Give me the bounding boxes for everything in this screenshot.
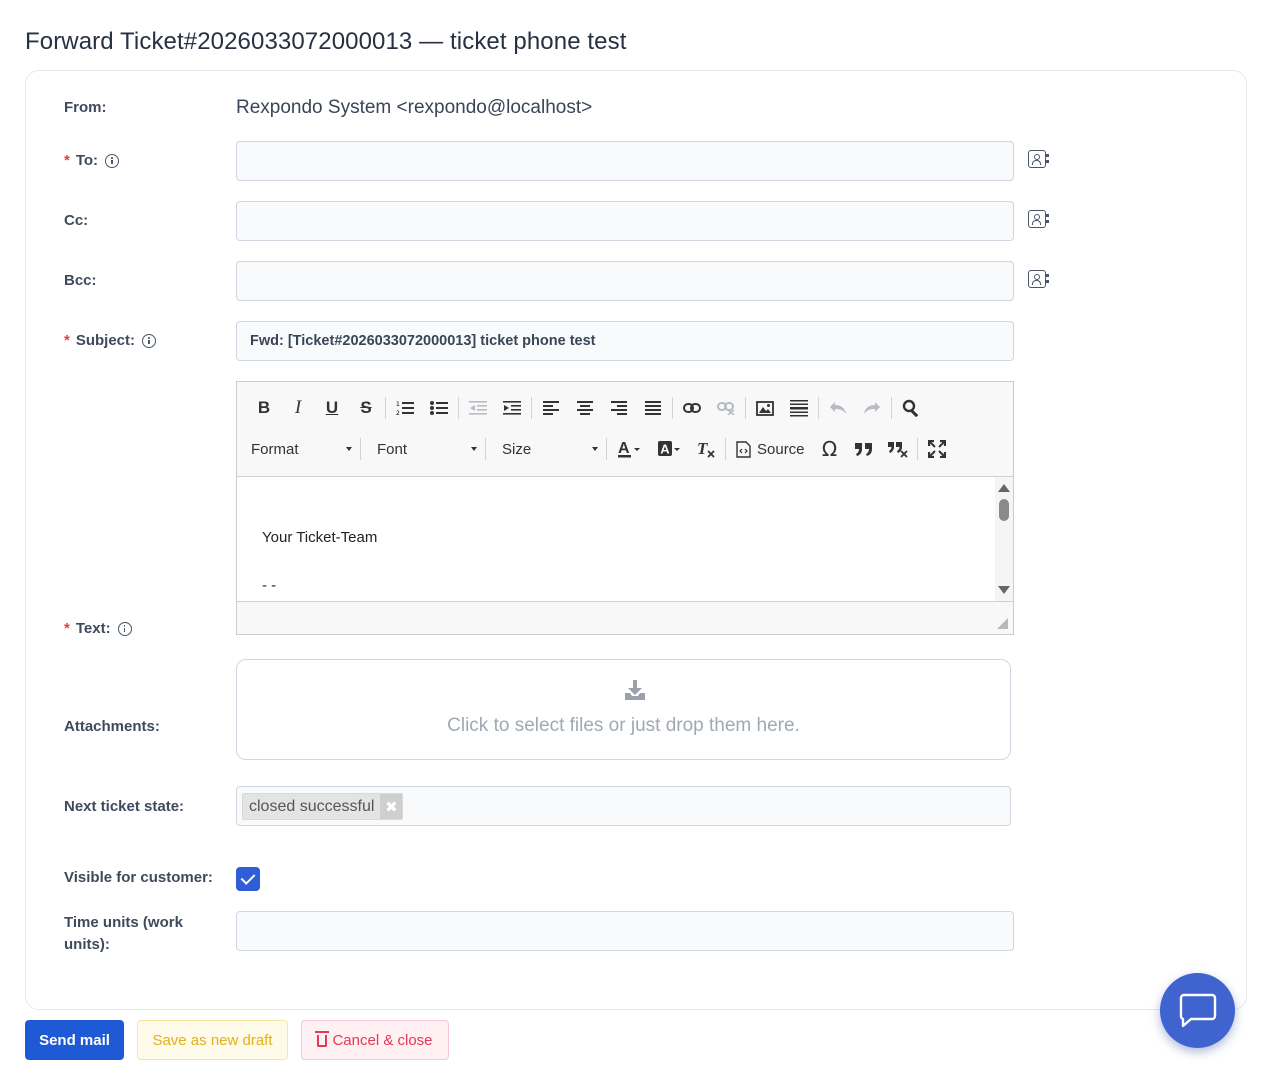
align-center-icon[interactable] xyxy=(568,393,602,423)
next-state-label: Next ticket state: xyxy=(64,798,185,815)
horizontal-line-icon[interactable] xyxy=(782,393,816,423)
italic-icon[interactable]: I xyxy=(281,393,315,423)
background-color-icon[interactable]: A xyxy=(649,434,689,464)
attachments-label: Attachments: xyxy=(64,718,160,735)
from-value: Rexpondo System <rexpondo@localhost> xyxy=(236,97,593,118)
chevron-down-icon xyxy=(592,447,598,451)
cc-label: Cc: xyxy=(64,212,89,229)
time-units-input[interactable] xyxy=(236,911,1014,951)
svg-text:1: 1 xyxy=(396,401,400,408)
link-icon[interactable] xyxy=(675,393,709,423)
chat-button[interactable] xyxy=(1160,973,1235,1048)
outdent-icon[interactable] xyxy=(461,393,495,423)
scroll-down-icon[interactable] xyxy=(998,586,1010,594)
align-justify-icon[interactable] xyxy=(636,393,670,423)
to-input[interactable] xyxy=(236,141,1014,181)
info-icon[interactable] xyxy=(117,621,132,636)
info-icon[interactable] xyxy=(142,333,157,348)
trash-icon xyxy=(315,1031,330,1047)
align-right-icon[interactable] xyxy=(602,393,636,423)
subject-input[interactable] xyxy=(236,321,1014,361)
source-button[interactable]: Source xyxy=(728,434,813,464)
resize-handle-icon[interactable] xyxy=(997,618,1008,629)
address-book-icon[interactable] xyxy=(1028,210,1049,228)
undo-icon[interactable] xyxy=(821,393,855,423)
subject-label: * Subject: xyxy=(64,332,157,349)
bulleted-list-icon[interactable] xyxy=(422,393,456,423)
chat-icon xyxy=(1179,993,1216,1027)
redo-icon[interactable] xyxy=(855,393,889,423)
editor-line: Your Ticket-Team xyxy=(262,529,378,546)
rich-text-editor[interactable]: B I U S 12 Format Font Size A A T Source… xyxy=(236,381,1014,635)
save-draft-button[interactable]: Save as new draft xyxy=(137,1020,288,1060)
bcc-input[interactable] xyxy=(236,261,1014,301)
find-icon[interactable] xyxy=(894,393,928,423)
visible-for-customer-label: Visible for customer: xyxy=(64,869,213,886)
text-label: * Text: xyxy=(64,620,132,637)
info-icon[interactable] xyxy=(105,153,120,168)
svg-text:A: A xyxy=(618,440,630,457)
editor-scrollbar[interactable] xyxy=(995,477,1013,601)
source-icon xyxy=(736,440,751,458)
maximize-icon[interactable] xyxy=(920,434,954,464)
align-left-icon[interactable] xyxy=(534,393,568,423)
unlink-icon[interactable] xyxy=(709,393,743,423)
remove-blockquote-icon[interactable] xyxy=(881,434,915,464)
address-book-icon[interactable] xyxy=(1028,150,1049,168)
bold-icon[interactable]: B xyxy=(247,393,281,423)
svg-text:A: A xyxy=(660,442,670,457)
editor-toolbar-row-2: Format Font Size A A T Source Ω xyxy=(237,433,954,465)
svg-text:2: 2 xyxy=(396,410,400,416)
editor-toolbar-row-1: B I U S 12 xyxy=(247,392,928,424)
numbered-list-icon[interactable]: 12 xyxy=(388,393,422,423)
remove-tag-icon[interactable]: ✖ xyxy=(380,794,403,819)
svg-text:T: T xyxy=(697,439,708,458)
cc-input[interactable] xyxy=(236,201,1014,241)
cancel-close-button[interactable]: Cancel & close xyxy=(301,1020,449,1060)
forward-form-card: From: Rexpondo System <rexpondo@localhos… xyxy=(25,70,1247,1010)
next-state-select[interactable]: closed successful ✖ xyxy=(236,786,1011,826)
image-icon[interactable] xyxy=(748,393,782,423)
underline-icon[interactable]: U xyxy=(315,393,349,423)
font-dropdown[interactable]: Font xyxy=(363,434,483,464)
special-char-icon[interactable]: Ω xyxy=(813,434,847,464)
text-color-icon[interactable]: A xyxy=(609,434,649,464)
time-units-label: Time units (work units): xyxy=(64,914,183,953)
chevron-down-icon xyxy=(346,447,352,451)
selected-state-tag: closed successful ✖ xyxy=(242,793,404,820)
bcc-label: Bcc: xyxy=(64,272,97,289)
send-mail-button[interactable]: Send mail xyxy=(25,1020,124,1060)
to-label: * To: xyxy=(64,152,120,169)
scroll-up-icon[interactable] xyxy=(998,484,1010,492)
editor-content[interactable]: Your Ticket-Team - - xyxy=(237,476,1013,602)
address-book-icon[interactable] xyxy=(1028,270,1049,288)
size-dropdown[interactable]: Size xyxy=(488,434,604,464)
strikethrough-icon[interactable]: S xyxy=(349,393,383,423)
blockquote-icon[interactable] xyxy=(847,434,881,464)
page-title: Forward Ticket#2026033072000013 — ticket… xyxy=(25,28,627,55)
editor-line: - - xyxy=(262,577,277,594)
format-dropdown[interactable]: Format xyxy=(237,434,358,464)
remove-format-icon[interactable]: T xyxy=(689,434,723,464)
attachment-dropzone[interactable]: Click to select files or just drop them … xyxy=(236,659,1011,760)
download-icon xyxy=(625,680,645,700)
from-label: From: xyxy=(64,99,107,116)
chevron-down-icon xyxy=(471,447,477,451)
indent-icon[interactable] xyxy=(495,393,529,423)
dropzone-text: Click to select files or just drop them … xyxy=(447,715,800,736)
visible-for-customer-checkbox[interactable] xyxy=(236,867,260,891)
scroll-thumb[interactable] xyxy=(999,499,1009,521)
